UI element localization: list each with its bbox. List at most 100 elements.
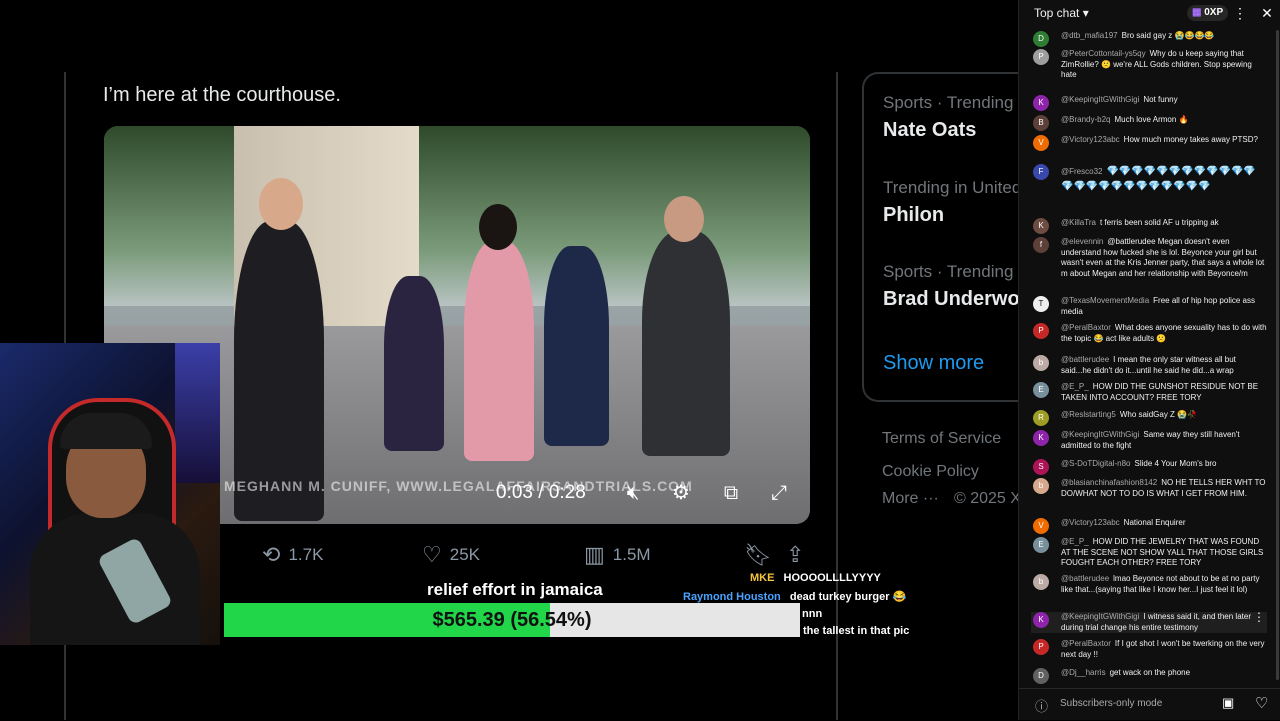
chat-author[interactable]: @blasianchinafashion8142	[1061, 478, 1157, 487]
avatar[interactable]: D	[1033, 668, 1049, 684]
chat-author[interactable]: @KeepingItGWithGigi	[1061, 612, 1139, 621]
chat-message: B @Brandy-b2q Much love Armon 🔥	[1031, 115, 1267, 131]
chat-author[interactable]: @Victory123abc	[1061, 518, 1120, 527]
chat-message: E @E_P_ HOW DID THE JEWELRY THAT WAS FOUND…	[1031, 537, 1267, 569]
avatar[interactable]: P	[1033, 323, 1049, 339]
avatar[interactable]: D	[1033, 31, 1049, 47]
live-chat-panel: Top chat ▾ ▦ 0XP ⋮ ✕ D @dtb_mafia197 Bro s…	[1018, 0, 1280, 720]
avatar[interactable]: E	[1033, 537, 1049, 553]
like-button[interactable]: ♡ 25K	[422, 542, 480, 568]
chat-more-options-icon[interactable]: ⋮	[1230, 3, 1250, 23]
chat-message: V @Victory123abc National Enquirer	[1031, 518, 1267, 534]
video-person-head	[479, 204, 517, 250]
channel-points-icon: ▦	[1192, 7, 1202, 18]
chat-author[interactable]: @E_P_	[1061, 537, 1089, 546]
chat-author[interactable]: @KillaTra	[1061, 218, 1096, 227]
avatar[interactable]: f	[1033, 237, 1049, 253]
donation-goal-bar: $565.39 (56.54%)	[224, 603, 800, 637]
heart-icon: ♡	[422, 542, 442, 567]
avatar[interactable]: F	[1033, 164, 1049, 180]
avatar[interactable]: E	[1033, 382, 1049, 398]
mute-icon[interactable]: 🔇︎	[620, 480, 646, 506]
trend-item[interactable]: Brad Underwood	[883, 288, 1018, 311]
avatar[interactable]: V	[1033, 518, 1049, 534]
chat-message: R @Reslstarting5 Who saidGay Z 😭🥀	[1031, 410, 1267, 426]
top-chat-dropdown[interactable]: Top chat ▾	[1034, 6, 1089, 20]
tweet-text: I’m here at the courthouse.	[103, 84, 341, 106]
avatar[interactable]: b	[1033, 574, 1049, 590]
chat-message: K @KeepingItGWithGigi Not funny	[1031, 95, 1267, 111]
chat-author[interactable]: @KeepingItGWithGigi	[1061, 95, 1139, 104]
cookie-policy-link[interactable]: Cookie Policy	[882, 463, 979, 481]
chat-author[interactable]: @Brandy-b2q	[1061, 115, 1110, 124]
avatar[interactable]: S	[1033, 459, 1049, 475]
views-icon: ▥	[584, 542, 605, 567]
trend-item[interactable]: Philon	[883, 204, 944, 227]
trend-item[interactable]: Nate Oats	[883, 119, 976, 142]
retweet-button[interactable]: ⟲ 1.7K	[262, 542, 323, 568]
fullscreen-icon[interactable]: ⤢	[766, 480, 792, 506]
chat-author[interactable]: @TexasMovementMedia	[1061, 296, 1149, 305]
overlay-chat-line: MKE HOOOOLLLLYYYY	[750, 572, 881, 584]
avatar[interactable]: K	[1033, 612, 1049, 628]
message-menu-icon[interactable]: ⋮	[1253, 611, 1265, 622]
video-time: 0:03 / 0:28	[496, 482, 586, 503]
chat-author[interactable]: @elevennin	[1061, 237, 1103, 246]
chat-text: Not funny	[1143, 95, 1178, 104]
terms-link[interactable]: Terms of Service	[882, 430, 1001, 448]
xp-badge[interactable]: ▦ 0XP	[1187, 5, 1229, 21]
chat-author[interactable]: @S-DoTDigital-n8o	[1061, 459, 1130, 468]
avatar[interactable]: P	[1033, 49, 1049, 65]
chat-text: t ferris been solid AF u tripping ak	[1099, 218, 1219, 227]
avatar[interactable]: b	[1033, 355, 1049, 371]
chat-author[interactable]: @Dj__harris	[1061, 668, 1106, 677]
trend-category: Trending in United States	[883, 178, 1018, 197]
close-icon[interactable]: ✕	[1257, 3, 1277, 23]
chat-message-hovered[interactable]: K @KeepingItGWithGigi I witness said it, a…	[1031, 611, 1267, 633]
chat-author[interactable]: @battlerudee	[1061, 574, 1109, 583]
chat-author[interactable]: @Reslstarting5	[1061, 410, 1116, 419]
chat-message: K @KeepingItGWithGigi Same way they still …	[1031, 430, 1267, 451]
chat-author[interactable]: @PeralBaxtor	[1061, 323, 1111, 332]
overlay-chat-name: MKE	[750, 572, 775, 584]
views-button[interactable]: ▥ 1.5M	[584, 542, 651, 568]
show-more-link[interactable]: Show more	[883, 352, 984, 375]
chat-message: S @S-DoTDigital-n8o Slide 4 Your Mom's bro	[1031, 459, 1267, 475]
chat-author[interactable]: @Victory123abc	[1061, 135, 1120, 144]
trend-category: Sports · Trending	[883, 262, 1014, 281]
avatar[interactable]: V	[1033, 135, 1049, 151]
info-icon[interactable]: ⓘ	[1035, 696, 1048, 715]
picture-in-picture-icon[interactable]: ⧉	[718, 480, 744, 506]
more-link[interactable]: More ···	[882, 490, 939, 508]
avatar[interactable]: K	[1033, 430, 1049, 446]
chat-author[interactable]: @E_P_	[1061, 382, 1089, 391]
avatar[interactable]: K	[1033, 218, 1049, 234]
chat-author[interactable]: @PeterCottontail-ys5qy	[1061, 49, 1146, 58]
chat-author[interactable]: @dtb_mafia197	[1061, 31, 1118, 40]
chat-message: F @Fresco32 💎💎💎💎💎💎💎💎💎💎💎💎💎💎💎💎💎💎💎💎💎💎💎💎	[1031, 164, 1267, 194]
overlay-chat-line: the tallest in that pic	[803, 625, 909, 637]
copyright-text: © 2025 X	[954, 490, 1018, 507]
chat-message: V @Victory123abc How much money takes away…	[1031, 135, 1267, 151]
avatar[interactable]: P	[1033, 639, 1049, 655]
avatar[interactable]: b	[1033, 478, 1049, 494]
chat-text: get wack on the phone	[1109, 668, 1191, 677]
chat-author[interactable]: @KeepingItGWithGigi	[1061, 430, 1139, 439]
avatar[interactable]: T	[1033, 296, 1049, 312]
chat-author[interactable]: @battlerudee	[1061, 355, 1109, 364]
super-chat-icon[interactable]: ▣	[1222, 695, 1234, 711]
avatar[interactable]: R	[1033, 410, 1049, 426]
chat-author[interactable]: @Fresco32	[1061, 167, 1102, 176]
settings-gear-icon[interactable]: ⚙	[668, 480, 694, 506]
avatar[interactable]: B	[1033, 115, 1049, 131]
subscribers-only-label: Subscribers-only mode	[1060, 698, 1163, 709]
chat-author[interactable]: @PeralBaxtor	[1061, 639, 1111, 648]
overlay-chat-text: dead turkey burger 😂	[789, 591, 907, 603]
chat-text: Who saidGay Z 😭🥀	[1119, 410, 1198, 419]
avatar[interactable]: K	[1033, 95, 1049, 111]
share-button[interactable]: ⇪	[786, 542, 804, 568]
chat-message: P @PeralBaxtor If I got shot I won't be tw…	[1031, 639, 1267, 660]
chat-scrollbar[interactable]	[1276, 30, 1279, 680]
heart-icon[interactable]: ♡	[1255, 694, 1268, 712]
bookmark-button[interactable]: 🔖︎	[744, 542, 772, 568]
